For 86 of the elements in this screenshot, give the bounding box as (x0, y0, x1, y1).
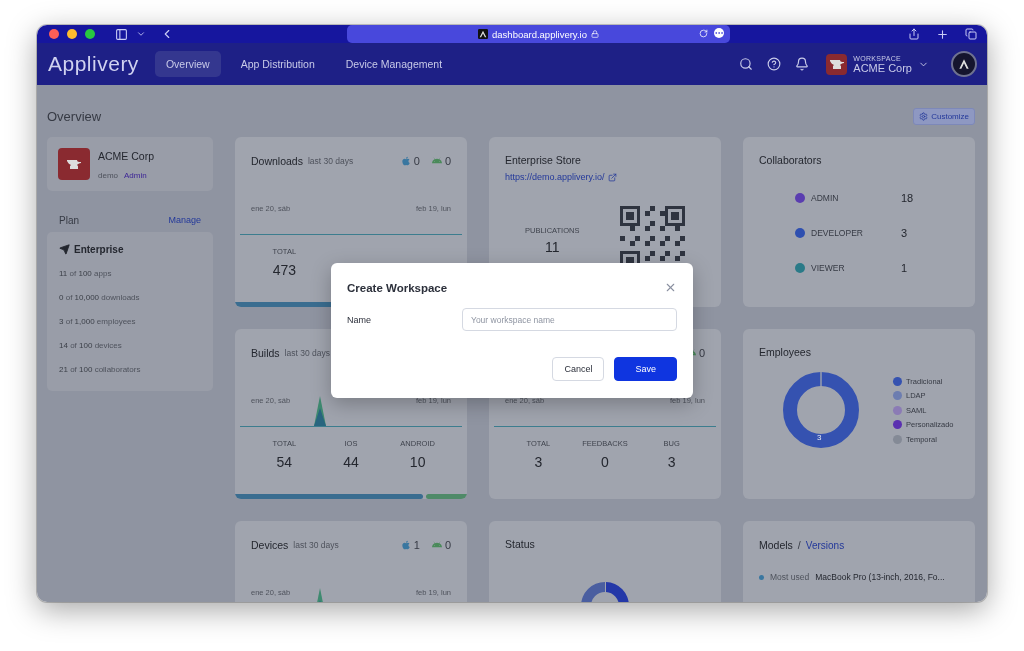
save-button[interactable]: Save (614, 357, 677, 381)
stat-value: 3 (666, 454, 677, 470)
android-icon (431, 156, 442, 166)
anvil-icon (829, 59, 844, 69)
card-title: Collaborators (759, 154, 823, 166)
role-name: DEVELOPER (811, 227, 864, 238)
role-count: 3 (901, 226, 908, 239)
role-count: 1 (901, 261, 908, 274)
plan-limit: 14 of 100 devices (59, 340, 123, 352)
stat-value: 473 (271, 262, 297, 278)
external-link-icon (608, 172, 618, 182)
cancel-button[interactable]: Cancel (552, 357, 605, 381)
help-icon[interactable] (767, 57, 782, 71)
field-label: Name (347, 314, 372, 325)
card-title: Enterprise Store (505, 154, 582, 166)
logo-icon (957, 57, 971, 71)
store-link[interactable]: https://demo.applivery.io/ (505, 172, 605, 182)
versions-link[interactable]: Versions (805, 539, 845, 551)
sidebar-icon[interactable] (115, 27, 128, 41)
role-name: VIEWER (811, 262, 846, 273)
close-icon[interactable] (664, 281, 677, 294)
card-title: Builds (251, 347, 280, 359)
ios-count: 1 (400, 539, 420, 551)
stat-value: 0 (600, 454, 610, 470)
stat-value: 10 (408, 454, 427, 470)
android-count: 0 (431, 539, 451, 551)
customize-button[interactable]: Customize (913, 107, 975, 125)
spike-chart (314, 396, 326, 426)
page-title: Overview (47, 108, 102, 124)
user-avatar[interactable] (951, 51, 977, 77)
card-title: Devices (251, 539, 289, 551)
zoom-window-button[interactable] (85, 29, 95, 39)
reload-icon[interactable] (699, 28, 708, 38)
card-subtitle: last 30 days (293, 540, 339, 550)
card-title: Models (759, 539, 793, 551)
workspace-name: ACME Corp (98, 150, 154, 162)
role-name: ADMIN (811, 192, 840, 203)
stat-value: 3 (533, 454, 544, 470)
logo-icon (478, 29, 489, 39)
apple-icon (400, 156, 411, 166)
plan-name: Enterprise (74, 244, 124, 255)
separator: / (797, 539, 801, 551)
plan-limit: 0 of 10,000 downloads (59, 292, 141, 304)
card-title: Downloads (251, 155, 303, 167)
search-icon[interactable] (739, 57, 754, 71)
row-value: MacBook Pro (13-inch, 2016, Fo... (815, 572, 945, 582)
chevron-down-icon[interactable] (136, 29, 146, 39)
address-bar[interactable]: dashboard.applivery.io (347, 25, 730, 43)
send-icon (59, 244, 70, 255)
bell-icon[interactable] (795, 57, 810, 71)
ios-count: 0 (400, 155, 420, 167)
card-title: Status (505, 538, 536, 550)
minimize-window-button[interactable] (67, 29, 77, 39)
input-field[interactable]: Your workspace name (462, 308, 677, 331)
android-count: 0 (431, 155, 451, 167)
nav-tab[interactable]: Overview (154, 51, 221, 77)
nav-tab[interactable]: Device Management (334, 51, 454, 77)
share-icon[interactable] (908, 28, 920, 40)
android-icon (431, 540, 442, 550)
workspace-slug: demo (98, 171, 118, 180)
card-title: Employees (759, 346, 812, 358)
bullet-icon (759, 574, 764, 580)
plan-limit: 3 of 1,000 employees (59, 316, 137, 328)
more-icon[interactable] (714, 28, 724, 38)
stat-value: 44 (342, 454, 360, 470)
card-subtitle: last 30 days (307, 156, 354, 166)
url-text: dashboard.applivery.io (492, 28, 587, 40)
card-subtitle: last 30 days (284, 348, 330, 358)
new-tab-icon[interactable] (936, 27, 949, 41)
settings-icon (919, 111, 929, 121)
apple-icon (400, 540, 411, 550)
plan-limit: 21 of 100 collaborators (59, 364, 142, 376)
nav-tab[interactable]: App Distribution (229, 51, 326, 77)
role-count: 18 (901, 191, 914, 204)
donut-label: 3 (817, 433, 822, 442)
lock-icon (590, 30, 599, 38)
app-logo[interactable]: Applivery (48, 52, 139, 76)
stat-value: 54 (275, 454, 294, 470)
anvil-icon (67, 159, 81, 169)
row-label: Most used (770, 572, 810, 582)
stat-value: 11 (543, 239, 561, 255)
close-window-button[interactable] (49, 29, 59, 39)
tabs-icon[interactable] (965, 28, 977, 40)
role-label: Admin (124, 171, 147, 180)
plan-label: Plan (59, 214, 79, 226)
dialog-title: Create Workspace (347, 281, 448, 294)
